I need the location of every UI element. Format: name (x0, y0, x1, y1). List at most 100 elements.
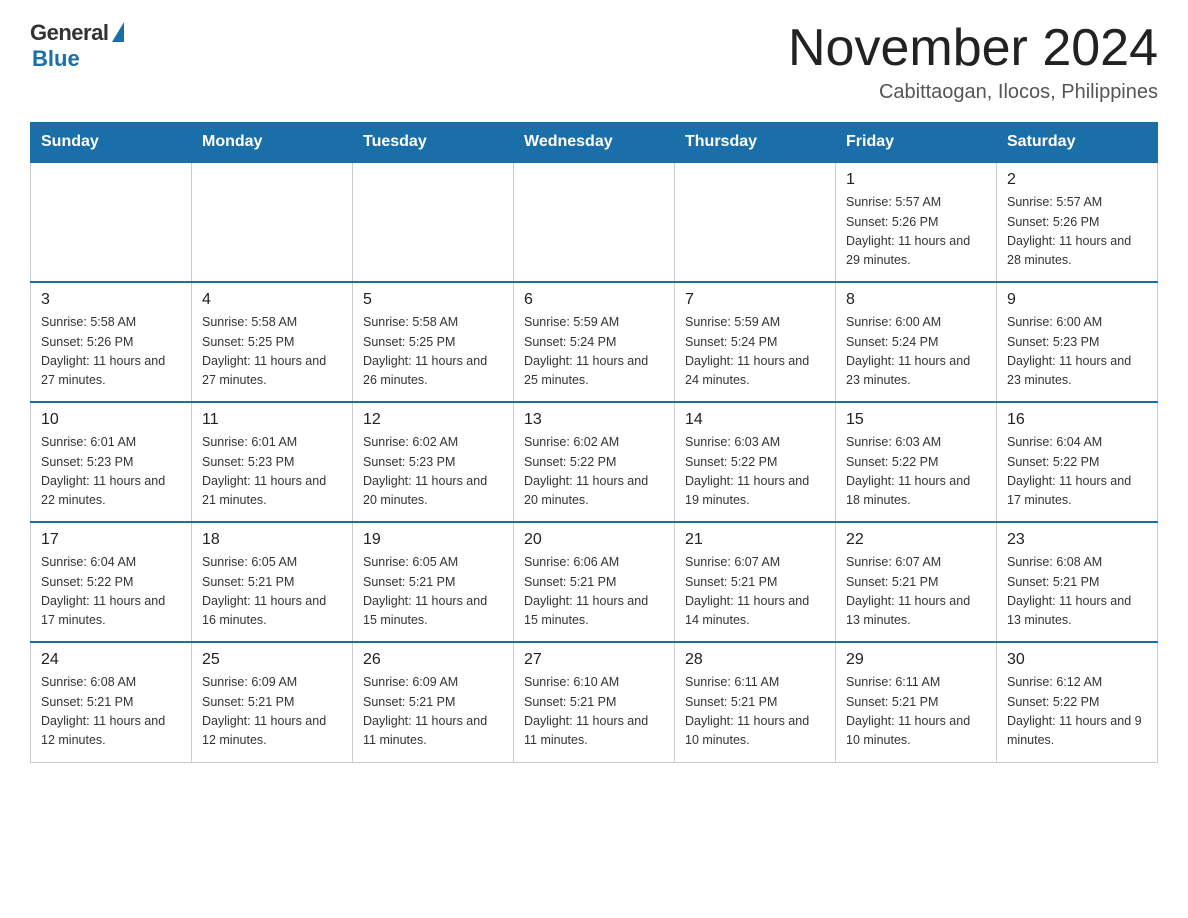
day-number: 9 (1007, 291, 1147, 309)
calendar-cell: 4 Sunrise: 5:58 AMSunset: 5:25 PMDaylight… (192, 282, 353, 402)
day-info: Sunrise: 6:05 AMSunset: 5:21 PMDaylight:… (363, 553, 503, 631)
day-info: Sunrise: 6:00 AMSunset: 5:24 PMDaylight:… (846, 313, 986, 391)
calendar-cell: 29Sunrise: 6:11 AMSunset: 5:21 PMDayligh… (836, 642, 997, 762)
calendar-cell: 13 Sunrise: 6:02 AMSunset: 5:22 PMDayligh… (514, 402, 675, 522)
calendar-cell: 17 Sunrise: 6:04 AMSunset: 5:22 PMDayligh… (31, 522, 192, 642)
calendar-cell (514, 162, 675, 282)
week-row-4: 17 Sunrise: 6:04 AMSunset: 5:22 PMDayligh… (31, 522, 1158, 642)
calendar-cell: 20 Sunrise: 6:06 AMSunset: 5:21 PMDayligh… (514, 522, 675, 642)
week-row-3: 10 Sunrise: 6:01 AMSunset: 5:23 PMDayligh… (31, 402, 1158, 522)
calendar-cell (31, 162, 192, 282)
page-title: November 2024 (788, 20, 1158, 77)
day-number: 21 (685, 531, 825, 549)
day-number: 4 (202, 291, 342, 309)
day-info: Sunrise: 6:09 AMSunset: 5:21 PMDaylight:… (363, 673, 503, 751)
day-number: 26 (363, 651, 503, 669)
day-number: 25 (202, 651, 342, 669)
day-number: 13 (524, 411, 664, 429)
day-number: 15 (846, 411, 986, 429)
weekday-header-row: SundayMondayTuesdayWednesdayThursdayFrid… (31, 123, 1158, 163)
calendar-cell: 14 Sunrise: 6:03 AMSunset: 5:22 PMDayligh… (675, 402, 836, 522)
calendar-cell: 21 Sunrise: 6:07 AMSunset: 5:21 PMDayligh… (675, 522, 836, 642)
day-number: 17 (41, 531, 181, 549)
day-number: 2 (1007, 171, 1147, 189)
calendar-cell: 15 Sunrise: 6:03 AMSunset: 5:22 PMDayligh… (836, 402, 997, 522)
day-number: 30 (1007, 651, 1147, 669)
day-number: 5 (363, 291, 503, 309)
calendar-cell: 5 Sunrise: 5:58 AMSunset: 5:25 PMDaylight… (353, 282, 514, 402)
day-number: 27 (524, 651, 664, 669)
day-number: 14 (685, 411, 825, 429)
weekday-header-monday: Monday (192, 123, 353, 163)
day-info: Sunrise: 6:09 AMSunset: 5:21 PMDaylight:… (202, 673, 342, 751)
calendar-cell: 1 Sunrise: 5:57 AMSunset: 5:26 PMDaylight… (836, 162, 997, 282)
day-info: Sunrise: 6:05 AMSunset: 5:21 PMDaylight:… (202, 553, 342, 631)
calendar-cell: 19 Sunrise: 6:05 AMSunset: 5:21 PMDayligh… (353, 522, 514, 642)
logo-general-text: General (30, 20, 108, 46)
day-info: Sunrise: 6:03 AMSunset: 5:22 PMDaylight:… (685, 433, 825, 511)
calendar-table: SundayMondayTuesdayWednesdayThursdayFrid… (30, 122, 1158, 763)
day-number: 23 (1007, 531, 1147, 549)
day-number: 11 (202, 411, 342, 429)
calendar-cell: 23 Sunrise: 6:08 AMSunset: 5:21 PMDayligh… (997, 522, 1158, 642)
weekday-header-friday: Friday (836, 123, 997, 163)
logo: General Blue (30, 20, 124, 72)
day-info: Sunrise: 5:58 AMSunset: 5:25 PMDaylight:… (202, 313, 342, 391)
day-number: 19 (363, 531, 503, 549)
day-info: Sunrise: 6:04 AMSunset: 5:22 PMDaylight:… (1007, 433, 1147, 511)
day-info: Sunrise: 6:01 AMSunset: 5:23 PMDaylight:… (202, 433, 342, 511)
day-info: Sunrise: 6:06 AMSunset: 5:21 PMDaylight:… (524, 553, 664, 631)
calendar-cell: 7Sunrise: 5:59 AMSunset: 5:24 PMDaylight… (675, 282, 836, 402)
calendar-cell: 12Sunrise: 6:02 AMSunset: 5:23 PMDayligh… (353, 402, 514, 522)
day-info: Sunrise: 6:00 AMSunset: 5:23 PMDaylight:… (1007, 313, 1147, 391)
day-number: 18 (202, 531, 342, 549)
day-info: Sunrise: 6:12 AMSunset: 5:22 PMDaylight:… (1007, 673, 1147, 751)
day-number: 20 (524, 531, 664, 549)
day-info: Sunrise: 5:59 AMSunset: 5:24 PMDaylight:… (524, 313, 664, 391)
day-info: Sunrise: 5:59 AMSunset: 5:24 PMDaylight:… (685, 313, 825, 391)
day-info: Sunrise: 6:08 AMSunset: 5:21 PMDaylight:… (1007, 553, 1147, 631)
day-info: Sunrise: 6:04 AMSunset: 5:22 PMDaylight:… (41, 553, 181, 631)
day-info: Sunrise: 6:03 AMSunset: 5:22 PMDaylight:… (846, 433, 986, 511)
day-info: Sunrise: 6:11 AMSunset: 5:21 PMDaylight:… (846, 673, 986, 751)
calendar-cell (192, 162, 353, 282)
weekday-header-sunday: Sunday (31, 123, 192, 163)
day-number: 1 (846, 171, 986, 189)
day-info: Sunrise: 5:57 AMSunset: 5:26 PMDaylight:… (846, 193, 986, 271)
day-number: 10 (41, 411, 181, 429)
calendar-cell: 18 Sunrise: 6:05 AMSunset: 5:21 PMDayligh… (192, 522, 353, 642)
week-row-5: 24Sunrise: 6:08 AMSunset: 5:21 PMDayligh… (31, 642, 1158, 762)
page-subtitle: Cabittaogan, Ilocos, Philippines (788, 81, 1158, 104)
day-info: Sunrise: 6:07 AMSunset: 5:21 PMDaylight:… (685, 553, 825, 631)
day-number: 24 (41, 651, 181, 669)
day-number: 8 (846, 291, 986, 309)
day-number: 28 (685, 651, 825, 669)
day-number: 22 (846, 531, 986, 549)
calendar-cell: 28Sunrise: 6:11 AMSunset: 5:21 PMDayligh… (675, 642, 836, 762)
logo-triangle-icon (112, 22, 124, 42)
calendar-cell (675, 162, 836, 282)
day-number: 3 (41, 291, 181, 309)
day-info: Sunrise: 6:07 AMSunset: 5:21 PMDaylight:… (846, 553, 986, 631)
calendar-cell: 26 Sunrise: 6:09 AMSunset: 5:21 PMDayligh… (353, 642, 514, 762)
calendar-cell: 11 Sunrise: 6:01 AMSunset: 5:23 PMDayligh… (192, 402, 353, 522)
weekday-header-thursday: Thursday (675, 123, 836, 163)
calendar-cell: 24Sunrise: 6:08 AMSunset: 5:21 PMDayligh… (31, 642, 192, 762)
calendar-cell: 8 Sunrise: 6:00 AMSunset: 5:24 PMDaylight… (836, 282, 997, 402)
calendar-cell: 2Sunrise: 5:57 AMSunset: 5:26 PMDaylight… (997, 162, 1158, 282)
day-info: Sunrise: 6:01 AMSunset: 5:23 PMDaylight:… (41, 433, 181, 511)
day-info: Sunrise: 6:02 AMSunset: 5:23 PMDaylight:… (363, 433, 503, 511)
calendar-cell: 27 Sunrise: 6:10 AMSunset: 5:21 PMDayligh… (514, 642, 675, 762)
day-info: Sunrise: 6:10 AMSunset: 5:21 PMDaylight:… (524, 673, 664, 751)
calendar-cell: 16 Sunrise: 6:04 AMSunset: 5:22 PMDayligh… (997, 402, 1158, 522)
day-info: Sunrise: 6:02 AMSunset: 5:22 PMDaylight:… (524, 433, 664, 511)
calendar-cell: 9 Sunrise: 6:00 AMSunset: 5:23 PMDaylight… (997, 282, 1158, 402)
calendar-cell: 10 Sunrise: 6:01 AMSunset: 5:23 PMDayligh… (31, 402, 192, 522)
weekday-header-wednesday: Wednesday (514, 123, 675, 163)
day-number: 16 (1007, 411, 1147, 429)
day-info: Sunrise: 5:58 AMSunset: 5:26 PMDaylight:… (41, 313, 181, 391)
week-row-2: 3 Sunrise: 5:58 AMSunset: 5:26 PMDaylight… (31, 282, 1158, 402)
day-info: Sunrise: 5:58 AMSunset: 5:25 PMDaylight:… (363, 313, 503, 391)
calendar-cell (353, 162, 514, 282)
calendar-cell: 6Sunrise: 5:59 AMSunset: 5:24 PMDaylight… (514, 282, 675, 402)
